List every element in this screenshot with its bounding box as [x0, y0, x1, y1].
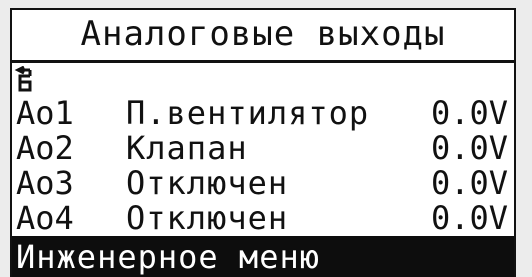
output-code: Ao3: [16, 164, 74, 202]
title-divider: [12, 60, 514, 63]
output-value: 0.0V: [430, 94, 508, 132]
output-name: Отключен: [126, 164, 289, 202]
output-row-ao1[interactable]: Ao1 П.вентилятор 0.0V: [16, 96, 510, 130]
lcd-screen: Аналоговые выходы Ao1 П.вентилятор 0.0V …: [10, 8, 516, 277]
engineering-menu-item[interactable]: Инженерное меню: [12, 236, 514, 277]
return-arrow-icon[interactable]: [14, 66, 36, 94]
output-code: Ao2: [16, 129, 74, 167]
output-code: Ao1: [16, 94, 74, 132]
output-row-ao2[interactable]: Ao2 Клапан 0.0V: [16, 131, 510, 165]
output-name: Отключен: [126, 199, 289, 237]
output-row-ao4[interactable]: Ao4 Отключен 0.0V: [16, 201, 510, 235]
screen-title: Аналоговые выходы: [80, 14, 446, 54]
output-value: 0.0V: [430, 129, 508, 167]
output-code: Ao4: [16, 199, 74, 237]
output-value: 0.0V: [430, 164, 508, 202]
output-name: П.вентилятор: [126, 94, 370, 132]
output-value: 0.0V: [430, 199, 508, 237]
output-row-ao3[interactable]: Ao3 Отключен 0.0V: [16, 166, 510, 200]
output-name: Клапан: [126, 129, 248, 167]
